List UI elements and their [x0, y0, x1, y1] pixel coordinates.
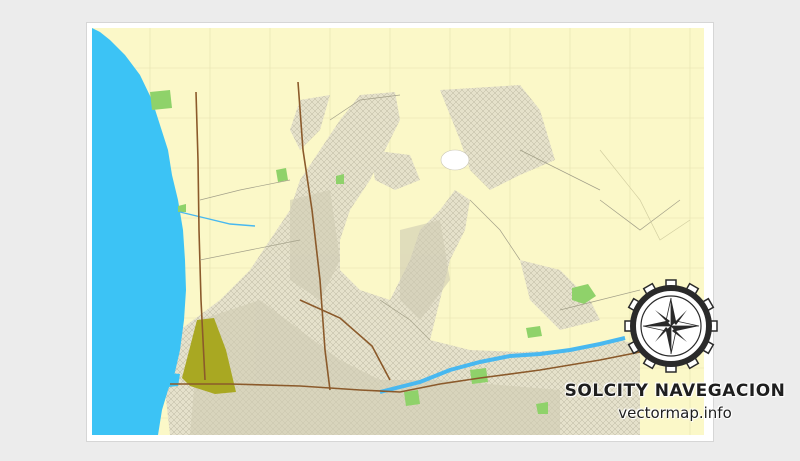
- port-basin: [158, 372, 180, 388]
- company-name: SOLCITY NAVEGACION: [564, 381, 786, 401]
- website-link[interactable]: vectormap.info: [560, 404, 790, 422]
- reservoir: [440, 149, 470, 171]
